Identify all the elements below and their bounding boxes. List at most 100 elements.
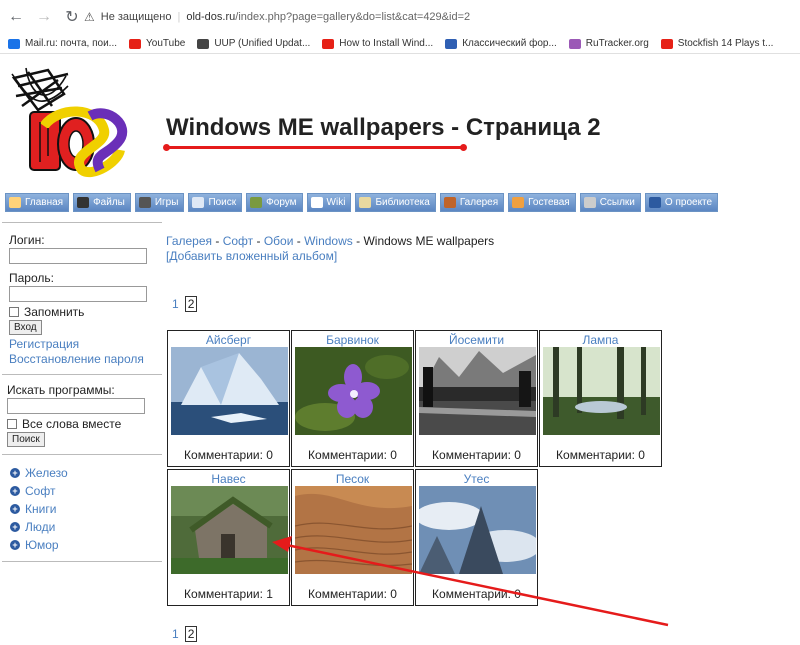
bookmark-item[interactable]: UUP (Unified Updat... bbox=[197, 38, 310, 49]
nav-wiki[interactable]: Wiki bbox=[306, 193, 352, 212]
nav-guestbook[interactable]: Гостевая bbox=[508, 193, 576, 212]
page-link[interactable]: 1 bbox=[172, 297, 179, 311]
nav-gallery[interactable]: Галерея bbox=[439, 193, 505, 212]
forward-icon[interactable]: → bbox=[32, 5, 56, 29]
thumbnail-yosemite[interactable] bbox=[419, 347, 536, 435]
nav-files[interactable]: Файлы bbox=[73, 193, 131, 212]
comments-count: Комментарии: 1 bbox=[184, 587, 273, 601]
page-link[interactable]: 1 bbox=[172, 627, 179, 641]
login-input[interactable] bbox=[9, 248, 147, 264]
breadcrumb-current: Windows ME wallpapers bbox=[363, 234, 495, 248]
search-button[interactable]: Поиск bbox=[7, 432, 45, 447]
info-icon bbox=[648, 197, 661, 208]
breadcrumb-link[interactable]: Галерея bbox=[166, 234, 212, 248]
comments-count: Комментарии: 0 bbox=[432, 587, 521, 601]
page-title: Windows ME wallpapers - Страница 2 bbox=[166, 114, 601, 141]
gallery-item[interactable]: Барвинок Комментарии: 0 bbox=[291, 330, 414, 467]
bookmark-item[interactable]: Классический фор... bbox=[445, 38, 557, 49]
gallery-icon bbox=[443, 197, 456, 208]
gallery-item[interactable]: Навес Комментарии: 1 bbox=[167, 469, 290, 606]
guestbook-icon bbox=[512, 197, 525, 208]
all-words-label: Все слова вместе bbox=[22, 417, 122, 431]
all-words-checkbox[interactable] bbox=[7, 419, 17, 429]
page-current: 2 bbox=[184, 626, 198, 642]
annotation-underline bbox=[163, 144, 467, 151]
thumbnail-iceberg[interactable] bbox=[171, 347, 288, 435]
url-text: old-dos.ru/index.php?page=gallery&do=lis… bbox=[186, 11, 471, 23]
library-icon bbox=[359, 197, 372, 208]
nav-games[interactable]: Игры bbox=[134, 193, 185, 212]
comments-count: Комментарии: 0 bbox=[184, 448, 273, 462]
plus-icon: + bbox=[10, 522, 20, 532]
search-icon bbox=[192, 197, 205, 208]
search-label: Искать программы: bbox=[7, 383, 115, 397]
site-logo[interactable] bbox=[8, 66, 132, 186]
item-title[interactable]: Песок bbox=[292, 472, 413, 486]
security-label: Не защищено bbox=[100, 11, 172, 23]
gallery-item[interactable]: Айсберг Комментарии: 0 bbox=[167, 330, 290, 467]
gallery-item[interactable]: Песок Комментарии: 0 bbox=[291, 469, 414, 606]
search-input[interactable] bbox=[7, 398, 145, 414]
item-title[interactable]: Лампа bbox=[540, 333, 661, 347]
gallery-item[interactable]: Утес Комментарии: 0 bbox=[415, 469, 538, 606]
bookmark-item[interactable]: Stockfish 14 Plays t... bbox=[660, 38, 773, 49]
breadcrumb: Галерея - Софт - Обои - Windows - Window… bbox=[166, 234, 495, 248]
bookmark-item[interactable]: How to Install Wind... bbox=[322, 38, 433, 49]
item-title[interactable]: Барвинок bbox=[292, 333, 413, 347]
nav-home[interactable]: Главная bbox=[5, 193, 70, 212]
pagination-top: 1 2 bbox=[172, 296, 198, 312]
item-title[interactable]: Утес bbox=[416, 472, 537, 486]
item-title[interactable]: Йосемити bbox=[416, 333, 537, 347]
bookmark-item[interactable]: Mail.ru: почта, пои... bbox=[8, 38, 117, 49]
bookmark-item[interactable]: RuTracker.org bbox=[568, 38, 649, 49]
nav-library[interactable]: Библиотека bbox=[355, 193, 436, 212]
thumbnail-sand[interactable] bbox=[295, 486, 412, 574]
breadcrumb-link[interactable]: Windows bbox=[304, 234, 353, 248]
comments-count: Комментарии: 0 bbox=[308, 587, 397, 601]
login-button[interactable]: Вход bbox=[9, 320, 42, 335]
item-title[interactable]: Навес bbox=[168, 472, 289, 486]
breadcrumb-link[interactable]: Обои bbox=[264, 234, 294, 248]
register-link[interactable]: Регистрация bbox=[9, 337, 162, 351]
login-label: Логин: bbox=[9, 233, 45, 247]
category-link[interactable]: + Книги bbox=[10, 500, 162, 518]
nav-links[interactable]: Ссылки bbox=[579, 193, 641, 212]
thumbnail-shed[interactable] bbox=[171, 486, 288, 574]
nav-search[interactable]: Поиск bbox=[188, 193, 243, 212]
restore-password-link[interactable]: Восстановление пароля bbox=[9, 352, 162, 366]
reload-icon[interactable]: ↻ bbox=[60, 5, 84, 29]
home-icon bbox=[9, 197, 21, 208]
nav-forum[interactable]: Форум bbox=[246, 193, 303, 212]
divider bbox=[2, 561, 162, 562]
remember-checkbox[interactable] bbox=[9, 307, 19, 317]
plus-icon: + bbox=[10, 504, 20, 514]
forum-icon bbox=[250, 197, 263, 208]
comments-count: Комментарии: 0 bbox=[432, 448, 521, 462]
bookmark-item[interactable]: YouTube bbox=[129, 38, 185, 49]
files-icon bbox=[77, 197, 90, 208]
nav-about[interactable]: О проекте bbox=[644, 193, 719, 212]
item-title[interactable]: Айсберг bbox=[168, 333, 289, 347]
thumbnail-forest[interactable] bbox=[543, 347, 660, 435]
gallery-item[interactable]: Лампа Комментарии: 0 bbox=[539, 330, 662, 467]
pagination-bottom: 1 2 bbox=[172, 626, 198, 642]
games-icon bbox=[138, 197, 151, 208]
gallery-item[interactable]: Йосемити Комментарии: 0 bbox=[415, 330, 538, 467]
back-icon[interactable]: ← bbox=[4, 5, 28, 29]
thumbnail-cliff[interactable] bbox=[419, 486, 536, 574]
links-icon bbox=[583, 197, 596, 208]
category-link[interactable]: + Люди bbox=[10, 518, 162, 536]
category-link[interactable]: + Юмор bbox=[10, 536, 162, 554]
comments-count: Комментарии: 0 bbox=[556, 448, 645, 462]
address-bar[interactable]: ⚠ Не защищено | old-dos.ru/index.php?pag… bbox=[84, 5, 470, 29]
add-album-link[interactable]: [Добавить вложенный альбом] bbox=[166, 249, 337, 263]
category-link[interactable]: + Софт bbox=[10, 482, 162, 500]
breadcrumb-link[interactable]: Софт bbox=[223, 234, 253, 248]
password-input[interactable] bbox=[9, 286, 147, 302]
thumbnail-periwinkle[interactable] bbox=[295, 347, 412, 435]
bookmarks-bar: Mail.ru: почта, пои... YouTube UUP (Unif… bbox=[0, 34, 800, 54]
plus-icon: + bbox=[10, 486, 20, 496]
plus-icon: + bbox=[10, 468, 20, 478]
category-link[interactable]: + Железо bbox=[10, 464, 162, 482]
warning-icon: ⚠ bbox=[84, 10, 95, 24]
